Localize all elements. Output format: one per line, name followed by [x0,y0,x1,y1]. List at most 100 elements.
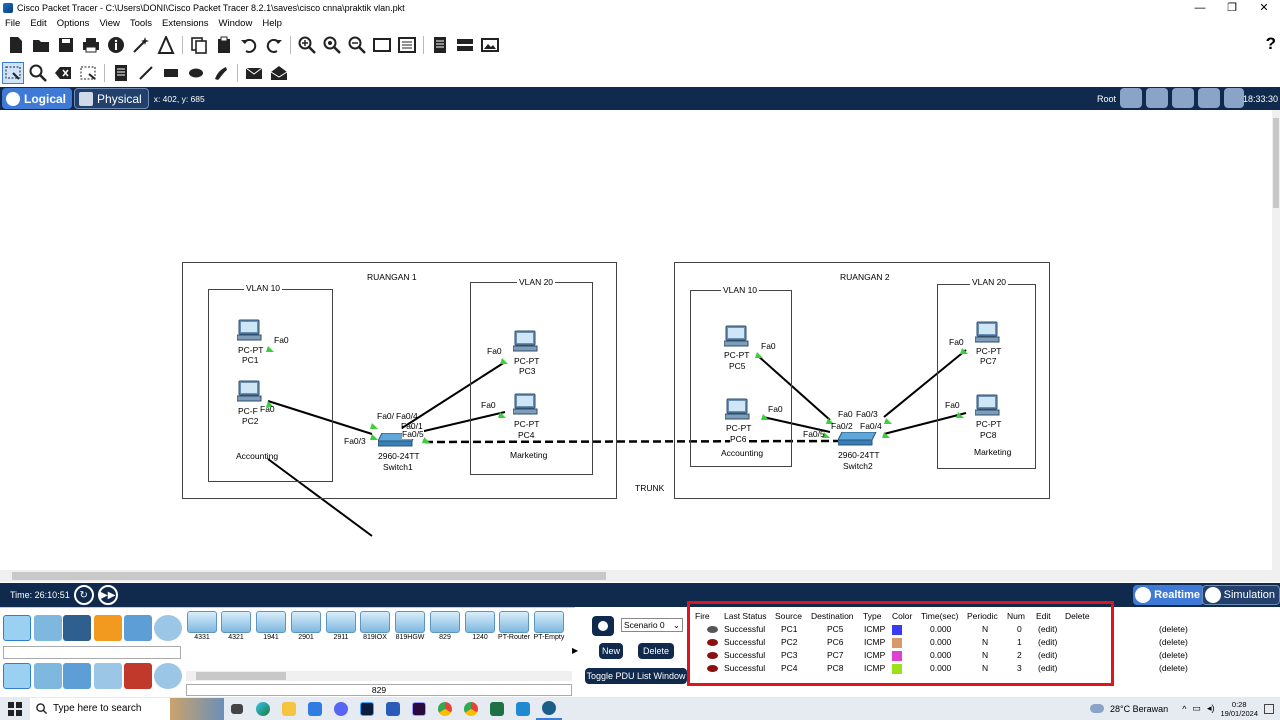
horizontal-scroll-thumb[interactable] [12,572,606,580]
device-model-2911[interactable]: 2911 [325,611,357,645]
rectangle-view-icon[interactable] [371,34,393,56]
tab-logical[interactable]: Logical [2,88,73,109]
toggle-pdu-list-button[interactable]: Toggle PDU List Window [585,668,687,684]
photoshop-icon[interactable] [354,698,380,720]
premiere-icon[interactable] [406,698,432,720]
redo-icon[interactable] [263,34,285,56]
end-devices-icon[interactable] [34,615,62,641]
device-template-icon[interactable] [454,34,476,56]
notifications-icon[interactable] [1264,703,1274,714]
network-icon[interactable]: ▭ [1192,703,1201,714]
wan-emulation-icon[interactable] [154,663,182,689]
security-icon[interactable] [124,663,152,689]
excel-icon[interactable] [484,698,510,720]
switches-icon[interactable] [34,663,62,689]
menu-file[interactable]: File [0,18,25,29]
fast-forward-icon[interactable]: ▶▶ [97,585,118,605]
logical-workspace[interactable]: RUANGAN 1 RUANGAN 2 VLAN 10 VLAN 20 VLAN… [0,110,1272,570]
device-model-819iox[interactable]: 819IOX [359,611,391,645]
inspect-icon[interactable] [27,62,49,84]
device-model-819hgw[interactable]: 819HGW [394,611,426,645]
copy-icon[interactable] [188,34,210,56]
menu-edit[interactable]: Edit [25,18,51,29]
menu-view[interactable]: View [94,18,124,29]
room1-vlan20-area[interactable] [470,282,593,475]
simple-pdu-icon[interactable] [243,62,265,84]
activity-icon[interactable] [155,34,177,56]
device-model-1240[interactable]: 1240 [464,611,496,645]
pdu-info-icon[interactable] [592,616,614,636]
word-icon[interactable] [380,698,406,720]
complex-pdu-icon[interactable] [268,62,290,84]
pc7-device[interactable] [975,321,1001,343]
freeform-icon[interactable] [210,62,232,84]
file-explorer-icon[interactable] [276,698,302,720]
connections-icon[interactable] [94,615,122,641]
windows-start-icon[interactable] [0,701,30,716]
components-icon[interactable] [63,615,91,641]
packet-tracer-icon[interactable] [536,698,562,720]
new-icon[interactable] [5,34,27,56]
panel-expand-icon[interactable]: ▶ [572,646,578,655]
pc1-device[interactable] [237,319,263,341]
menu-extensions[interactable]: Extensions [157,18,213,29]
store-icon[interactable] [302,698,328,720]
open-icon[interactable] [30,34,52,56]
close-button[interactable]: ✕ [1248,1,1280,15]
pc3-device[interactable] [513,330,539,352]
new-scenario-button[interactable]: New [599,643,623,659]
notes-icon[interactable] [429,34,451,56]
select-icon[interactable] [2,62,24,84]
taskbar-clock[interactable]: 0:28 19/01/2024 [1220,700,1258,718]
device-model-pt-empty[interactable]: PT-Empty [533,611,565,645]
delete-icon[interactable] [52,62,74,84]
rect-icon[interactable] [160,62,182,84]
device-model-4331[interactable]: 4331 [186,611,218,645]
menu-window[interactable]: Window [214,18,258,29]
hubs-icon[interactable] [63,663,91,689]
discord-icon[interactable] [328,698,354,720]
taskbar-search[interactable]: Type here to search [30,697,170,720]
pc4-device[interactable] [513,393,539,415]
zoom-in-icon[interactable] [296,34,318,56]
palette-icon[interactable] [396,34,418,56]
wizard-icon[interactable] [130,34,152,56]
pdu-delete-link[interactable]: (delete) [1159,650,1188,660]
pdu-delete-link[interactable]: (delete) [1159,637,1188,647]
device-model-2901[interactable]: 2901 [290,611,322,645]
room2-vlan20-area[interactable] [937,284,1036,469]
realtime-mode-button[interactable]: Realtime [1133,585,1204,605]
vertical-scroll-thumb[interactable] [1273,118,1279,208]
pc5-device[interactable] [724,325,750,347]
device-model-pt-router[interactable]: PT-Router [498,611,530,645]
maximize-button[interactable]: ❐ [1216,1,1248,15]
zoom-out-icon[interactable] [346,34,368,56]
device-model-4321[interactable]: 4321 [220,611,252,645]
line-icon[interactable] [135,62,157,84]
info-icon[interactable] [105,34,127,56]
vscode-icon[interactable] [510,698,536,720]
back-icon[interactable] [1120,88,1142,108]
delete-scenario-button[interactable]: Delete [638,643,674,659]
horizontal-scrollbar[interactable] [0,570,1280,582]
minimize-button[interactable]: — [1184,1,1216,15]
volume-icon[interactable]: ◂) [1207,703,1215,714]
tab-physical[interactable]: Physical [74,88,149,109]
pc2-device[interactable] [237,380,263,402]
move-object-icon[interactable] [1172,88,1194,108]
viewport-icon[interactable] [1224,88,1244,108]
device-model-829[interactable]: 829 [429,611,461,645]
simulation-mode-button[interactable]: Simulation [1201,585,1280,605]
menu-help[interactable]: Help [257,18,287,29]
zoom-reset-icon[interactable] [321,34,343,56]
pdu-delete-link[interactable]: (delete) [1159,624,1188,634]
undo-icon[interactable] [238,34,260,56]
paste-icon[interactable] [213,34,235,56]
menu-tools[interactable]: Tools [125,18,157,29]
ellipse-icon[interactable] [185,62,207,84]
pc8-device[interactable] [975,394,1001,416]
print-icon[interactable] [80,34,102,56]
wireless-icon[interactable] [94,663,122,689]
device-model-1941[interactable]: 1941 [255,611,287,645]
note-icon[interactable] [110,62,132,84]
